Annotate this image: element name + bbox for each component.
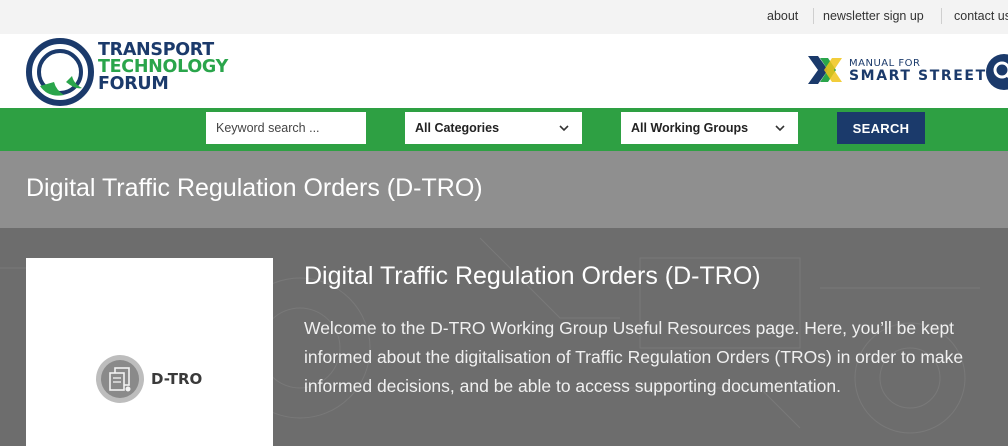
page-title: Digital Traffic Regulation Orders (D-TRO… — [26, 174, 483, 202]
category-select-value: All Categories — [415, 121, 500, 135]
site-header: TRANSPORT TECHNOLOGY FORUM MANUAL FOR SM… — [0, 34, 1008, 108]
search-icon — [993, 61, 1008, 79]
ttf-q-logo-icon — [26, 38, 94, 106]
resource-search-bar: All Categories All Working Groups SEARCH — [0, 108, 1008, 151]
contact-us-link[interactable]: contact us — [954, 9, 1008, 23]
about-link[interactable]: about — [767, 9, 798, 23]
search-button[interactable]: SEARCH — [837, 112, 925, 144]
category-select[interactable]: All Categories — [405, 112, 582, 144]
manual-for-smart-streets-x-icon — [808, 56, 842, 84]
keyword-search-input[interactable] — [206, 112, 366, 144]
logo-wordmark: TRANSPORT TECHNOLOGY FORUM — [98, 41, 228, 94]
manual-for-smart-streets-text: MANUAL FOR SMART STREETS — [849, 58, 998, 84]
hero-heading: Digital Traffic Regulation Orders (D-TRO… — [304, 262, 761, 290]
chevron-down-icon — [559, 125, 569, 132]
hero-section: D-TRO Digital Traffic Regulation Orders … — [0, 228, 1008, 446]
hero-description: Welcome to the D-TRO Working Group Usefu… — [304, 318, 964, 396]
divider — [813, 8, 814, 24]
card-label: D-TRO — [151, 370, 203, 388]
working-group-select-value: All Working Groups — [631, 121, 749, 135]
newsletter-signup-link[interactable]: newsletter sign up — [823, 9, 924, 23]
logo-line-forum: FORUM — [98, 74, 169, 94]
divider — [941, 8, 942, 24]
page-title-band: Digital Traffic Regulation Orders (D-TRO… — [0, 151, 1008, 228]
mss-line-2: SMART STREETS — [849, 68, 999, 84]
header-search-button[interactable] — [986, 54, 1008, 90]
chevron-down-icon — [775, 125, 785, 132]
document-network-icon — [96, 355, 144, 403]
working-group-card: D-TRO — [26, 258, 273, 446]
utility-bar: about newsletter sign up contact us — [0, 0, 1008, 34]
working-group-select[interactable]: All Working Groups — [621, 112, 798, 144]
